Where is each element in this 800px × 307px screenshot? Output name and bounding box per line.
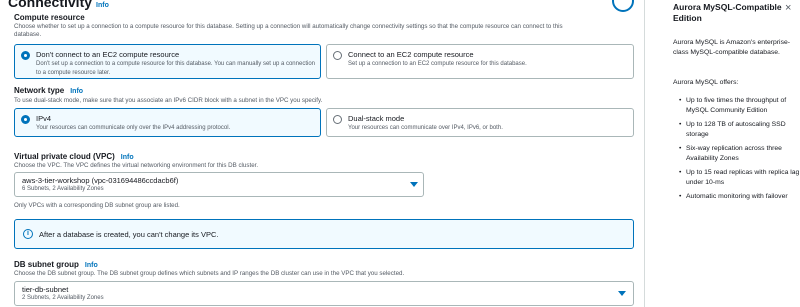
subnet-group-info-link[interactable]: Info	[85, 262, 98, 269]
list-item: Six-way replication across three Availab…	[679, 144, 800, 163]
vpc-alert-message: After a database is created, you can't c…	[39, 230, 219, 239]
help-panel-bullets: Up to five times the throughput of MySQL…	[679, 96, 800, 207]
vpc-note: Only VPCs with a corresponding DB subnet…	[14, 202, 180, 209]
vpc-info-link[interactable]: Info	[121, 154, 134, 161]
tile-connect-ec2[interactable]: Connect to an EC2 compute resource Set u…	[326, 44, 634, 79]
close-icon[interactable]: ×	[785, 2, 791, 14]
info-circle-icon: i	[23, 229, 33, 239]
compute-resource-description-line2: database.	[14, 31, 42, 38]
section-info-link[interactable]: Info	[96, 2, 109, 9]
expand-icon[interactable]	[612, 0, 634, 12]
tile-no-ec2-connection[interactable]: Don't connect to an EC2 compute resource…	[14, 44, 321, 79]
vpc-label: Virtual private cloud (VPC) Info	[14, 152, 134, 161]
list-item: Up to 128 TB of autoscaling SSD storage	[679, 120, 800, 139]
main-form: Connectivity Info Compute resource Choose…	[0, 0, 645, 307]
subnet-group-select-value: tier-db-subnet	[22, 285, 69, 294]
caret-down-icon	[618, 291, 626, 296]
app-root: Connectivity Info Compute resource Choose…	[0, 0, 800, 307]
radio-selected[interactable]	[21, 51, 30, 60]
caret-down-icon	[410, 182, 418, 187]
tile-title: IPv4	[36, 114, 52, 123]
compute-resource-label: Compute resource	[14, 13, 85, 22]
vpc-select[interactable]: aws-3-tier-workshop (vpc-031694486ccdacb…	[14, 172, 424, 197]
subnet-group-label: DB subnet group Info	[14, 260, 98, 269]
radio-unselected[interactable]	[333, 51, 342, 60]
tile-subtitle: Set up a connection to an EC2 compute re…	[348, 61, 527, 67]
help-panel: Aurora MySQL-Compatible Edition × Aurora…	[645, 0, 800, 307]
section-title: Connectivity Info	[8, 0, 109, 10]
tile-subtitle: Your resources can communicate only over…	[36, 125, 231, 131]
tile-title: Connect to an EC2 compute resource	[348, 50, 474, 59]
tile-subtitle: Don't set up a connection to a compute r…	[36, 61, 315, 76]
radio-unselected[interactable]	[333, 115, 342, 124]
vpc-select-subvalue: 6 Subnets, 2 Availability Zones	[22, 186, 104, 192]
vpc-label-text: Virtual private cloud (VPC)	[14, 152, 115, 161]
tile-title: Dual-stack mode	[348, 114, 405, 123]
network-type-label-text: Network type	[14, 86, 65, 95]
subnet-group-select[interactable]: tier-db-subnet 2 Subnets, 2 Availability…	[14, 281, 634, 306]
subnet-group-description: Choose the DB subnet group. The DB subne…	[14, 270, 405, 277]
tile-dual-stack[interactable]: Dual-stack mode Your resources can commu…	[326, 108, 634, 137]
network-type-description: To use dual-stack mode, make sure that y…	[14, 97, 323, 104]
subnet-group-select-subvalue: 2 Subnets, 2 Availability Zones	[22, 295, 104, 301]
help-panel-offers: Aurora MySQL offers:	[673, 79, 739, 86]
tile-title: Don't connect to an EC2 compute resource	[36, 50, 180, 59]
section-title-text: Connectivity	[8, 0, 93, 10]
vpc-description: Choose the VPC. The VPC defines the virt…	[14, 162, 259, 169]
help-panel-title: Aurora MySQL-Compatible Edition	[673, 2, 782, 23]
vpc-select-value: aws-3-tier-workshop (vpc-031694486ccdacb…	[22, 176, 179, 185]
radio-selected[interactable]	[21, 115, 30, 124]
network-type-label: Network type Info	[14, 86, 83, 95]
network-type-info-link[interactable]: Info	[70, 88, 83, 95]
compute-resource-description: Choose whether to set up a connection to…	[14, 23, 563, 30]
help-panel-intro: Aurora MySQL is Amazon's enterprise-clas…	[673, 39, 791, 56]
tile-subtitle: Your resources can communicate over IPv4…	[348, 125, 503, 131]
tile-ipv4[interactable]: IPv4 Your resources can communicate only…	[14, 108, 321, 137]
list-item: Up to 15 read replicas with replica lag …	[679, 168, 800, 187]
list-item: Automatic monitoring with failover	[679, 192, 800, 202]
vpc-info-alert: i After a database is created, you can't…	[14, 219, 634, 249]
subnet-group-label-text: DB subnet group	[14, 260, 79, 269]
list-item: Up to five times the throughput of MySQL…	[679, 96, 800, 115]
